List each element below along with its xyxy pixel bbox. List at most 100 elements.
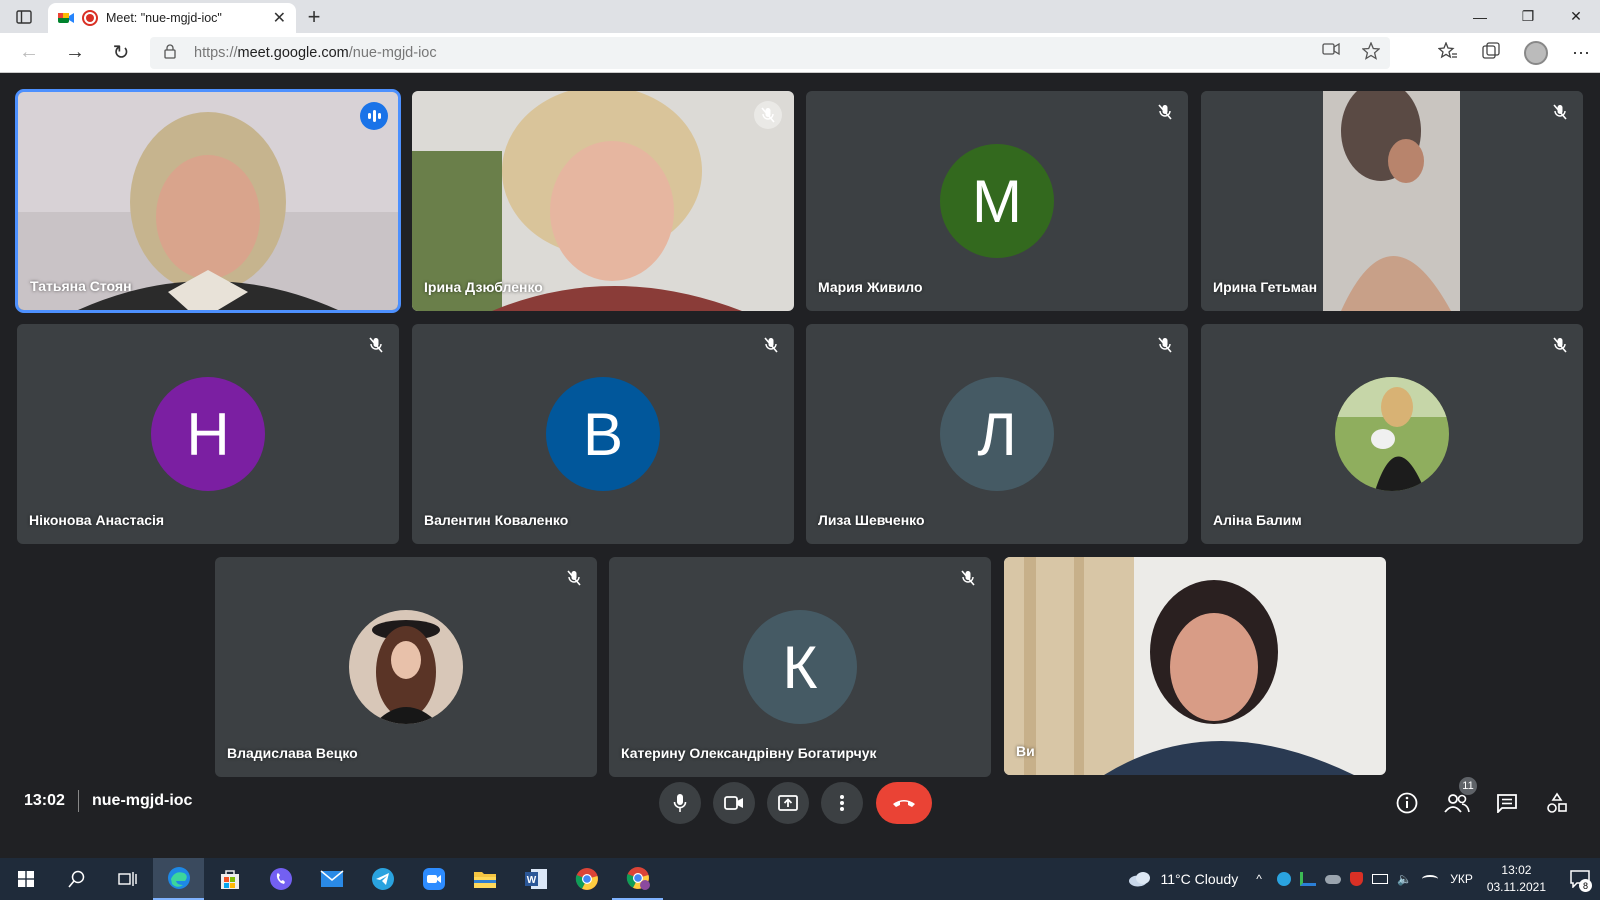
participant-name: Мария Живило bbox=[818, 279, 923, 295]
participant-tile[interactable]: Аліна Балим bbox=[1201, 324, 1583, 544]
more-menu-icon[interactable]: ⋯ bbox=[1572, 43, 1590, 64]
profile-avatar[interactable] bbox=[1524, 41, 1548, 65]
back-button[interactable]: ← bbox=[6, 33, 52, 73]
people-count-badge: 11 bbox=[1458, 776, 1478, 796]
participant-tile[interactable]: В Валентин Коваленко bbox=[412, 324, 794, 544]
notification-center-button[interactable]: 8 bbox=[1560, 858, 1600, 900]
participant-tile[interactable]: Владислава Вецко bbox=[215, 557, 597, 777]
participant-tile[interactable]: Ірина Дзюбленко bbox=[412, 91, 794, 311]
taskbar-search-button[interactable] bbox=[51, 858, 102, 900]
windows-taskbar: W 11°C Cloudy ^ 🔈 УКР 13:02 03.11.2021 8 bbox=[0, 858, 1600, 900]
tray-app-icon[interactable] bbox=[1277, 872, 1292, 886]
new-tab-button[interactable]: + bbox=[296, 0, 332, 33]
meeting-time: 13:02 bbox=[24, 792, 65, 809]
forward-button[interactable]: → bbox=[52, 33, 98, 73]
show-hidden-icons-icon[interactable]: ^ bbox=[1256, 872, 1268, 886]
taskbar-clock[interactable]: 13:02 03.11.2021 bbox=[1487, 862, 1546, 896]
taskbar-chrome-button[interactable] bbox=[561, 858, 612, 900]
more-options-button[interactable] bbox=[821, 782, 863, 824]
lock-icon[interactable] bbox=[164, 43, 180, 63]
speaking-indicator-icon bbox=[360, 102, 388, 130]
browser-tabbar: Meet: "nue-mgjd-ioc" ✕ + — ❐ ✕ bbox=[0, 0, 1600, 33]
security-shield-icon[interactable] bbox=[1350, 872, 1364, 886]
participant-name: Катерину Олександрівну Богатирчук bbox=[621, 745, 877, 761]
volume-icon[interactable]: 🔈 bbox=[1397, 872, 1413, 886]
camera-in-use-icon[interactable] bbox=[1322, 42, 1340, 64]
participant-name: Татьяна Стоян bbox=[30, 278, 132, 294]
camera-button[interactable] bbox=[713, 782, 755, 824]
chat-button[interactable] bbox=[1490, 786, 1524, 820]
present-screen-button[interactable] bbox=[767, 782, 809, 824]
chrome-profile-icon bbox=[626, 867, 650, 890]
minimize-button[interactable]: — bbox=[1456, 0, 1504, 33]
participant-tile[interactable]: Л Лиза Шевченко bbox=[806, 324, 1188, 544]
camera-icon bbox=[724, 796, 743, 810]
muted-mic-icon bbox=[365, 334, 387, 356]
collections-icon[interactable] bbox=[1482, 41, 1500, 65]
store-icon bbox=[220, 870, 239, 889]
tray-icons: ^ 🔈 bbox=[1256, 872, 1439, 886]
participant-video bbox=[412, 91, 794, 311]
taskbar-chrome-profile-button[interactable] bbox=[612, 858, 663, 900]
taskbar-edge-button[interactable] bbox=[153, 858, 204, 900]
task-view-icon bbox=[117, 872, 137, 886]
system-tray: 11°C Cloudy ^ 🔈 УКР 13:02 03.11.2021 8 bbox=[1128, 858, 1600, 900]
weather-widget[interactable]: 11°C Cloudy bbox=[1128, 871, 1238, 887]
taskbar-time: 13:02 bbox=[1501, 863, 1532, 877]
taskbar-explorer-button[interactable] bbox=[459, 858, 510, 900]
window-close-button[interactable]: ✕ bbox=[1552, 0, 1600, 33]
favorites-icon[interactable] bbox=[1437, 40, 1458, 65]
restore-button[interactable]: ❐ bbox=[1504, 0, 1552, 33]
telegram-icon bbox=[371, 868, 394, 890]
participant-avatar-initial: Н bbox=[151, 377, 265, 491]
folder-icon bbox=[473, 872, 496, 888]
present-screen-icon bbox=[778, 795, 798, 811]
browser-toolbar: ← → ↻ https://meet.google.com/nue-mgjd-i… bbox=[0, 33, 1600, 73]
self-view-tile[interactable]: Ви bbox=[1004, 557, 1386, 775]
meeting-details-button[interactable] bbox=[1390, 786, 1424, 820]
tab-close-icon[interactable]: ✕ bbox=[273, 8, 286, 28]
participant-tile[interactable]: К Катерину Олександрівну Богатирчук bbox=[609, 557, 991, 777]
reload-button[interactable]: ↻ bbox=[98, 33, 144, 73]
chat-icon bbox=[1497, 794, 1517, 813]
input-language[interactable]: УКР bbox=[1450, 872, 1473, 886]
microphone-button[interactable] bbox=[659, 782, 701, 824]
mail-icon bbox=[320, 870, 343, 887]
muted-mic-icon bbox=[760, 334, 782, 356]
browser-tab-meet[interactable]: Meet: "nue-mgjd-ioc" ✕ bbox=[48, 3, 296, 33]
onedrive-icon[interactable] bbox=[1325, 874, 1342, 884]
taskbar-store-button[interactable] bbox=[204, 858, 255, 900]
taskbar-zoom-button[interactable] bbox=[408, 858, 459, 900]
activities-button[interactable] bbox=[1540, 786, 1574, 820]
battery-icon[interactable] bbox=[1372, 874, 1389, 884]
participant-name: Ви bbox=[1016, 743, 1035, 759]
taskbar-word-button[interactable]: W bbox=[510, 858, 561, 900]
leave-call-button[interactable] bbox=[876, 782, 932, 824]
taskbar-telegram-button[interactable] bbox=[357, 858, 408, 900]
participant-tile[interactable]: Татьяна Стоян bbox=[15, 89, 401, 313]
muted-mic-icon bbox=[1154, 334, 1176, 356]
taskbar-date: 03.11.2021 bbox=[1486, 880, 1546, 894]
participant-video bbox=[1004, 557, 1386, 775]
wifi-icon[interactable] bbox=[1422, 875, 1439, 883]
tray-network-app-icon[interactable] bbox=[1300, 872, 1317, 886]
participant-tile[interactable]: М Мария Живило bbox=[806, 91, 1188, 311]
taskbar-viber-button[interactable] bbox=[255, 858, 306, 900]
tab-actions-icon[interactable] bbox=[0, 0, 48, 33]
url-scheme: https:// bbox=[194, 45, 238, 61]
address-bar[interactable]: https://meet.google.com/nue-mgjd-ioc bbox=[150, 37, 1390, 69]
weather-text: 11°C Cloudy bbox=[1160, 871, 1239, 887]
muted-mic-icon bbox=[1549, 101, 1571, 123]
taskbar-mail-button[interactable] bbox=[306, 858, 357, 900]
svg-text:W: W bbox=[526, 875, 536, 886]
recording-icon bbox=[82, 10, 98, 26]
add-favorite-icon[interactable] bbox=[1361, 41, 1381, 64]
participant-tile[interactable]: Н Ніконова Анастасія bbox=[17, 324, 399, 544]
participant-name: Ирина Гетьман bbox=[1213, 279, 1318, 295]
start-button[interactable] bbox=[0, 858, 51, 900]
meeting-code: nue-mgjd-ioc bbox=[92, 792, 193, 809]
task-view-button[interactable] bbox=[102, 858, 153, 900]
participant-tile[interactable]: Ирина Гетьман bbox=[1201, 91, 1583, 311]
people-button[interactable]: 11 bbox=[1440, 776, 1478, 820]
google-meet-favicon-icon bbox=[58, 11, 74, 25]
